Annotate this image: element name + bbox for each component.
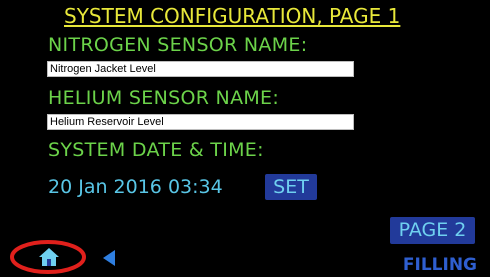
back-arrow-icon[interactable] (100, 248, 120, 268)
page-title: SYSTEM CONFIGURATION, PAGE 1 (64, 4, 401, 28)
config-screen: SYSTEM CONFIGURATION, PAGE 1 NITROGEN SE… (0, 0, 490, 277)
status-filling: FILLING (402, 255, 477, 275)
home-button[interactable] (8, 235, 88, 275)
system-date-time-label: SYSTEM DATE & TIME: (48, 139, 264, 161)
home-icon (39, 248, 59, 266)
set-datetime-button[interactable]: SET (265, 174, 317, 200)
helium-sensor-name-field[interactable]: Helium Reservoir Level (47, 114, 354, 130)
page-2-button[interactable]: PAGE 2 (390, 217, 475, 244)
system-date-time-value: 20 Jan 2016 03:34 (48, 176, 223, 198)
nitrogen-sensor-name-field[interactable]: Nitrogen Jacket Level (47, 61, 354, 77)
nitrogen-sensor-label: NITROGEN SENSOR NAME: (48, 34, 308, 56)
helium-sensor-label: HELIUM SENSOR NAME: (48, 87, 280, 109)
